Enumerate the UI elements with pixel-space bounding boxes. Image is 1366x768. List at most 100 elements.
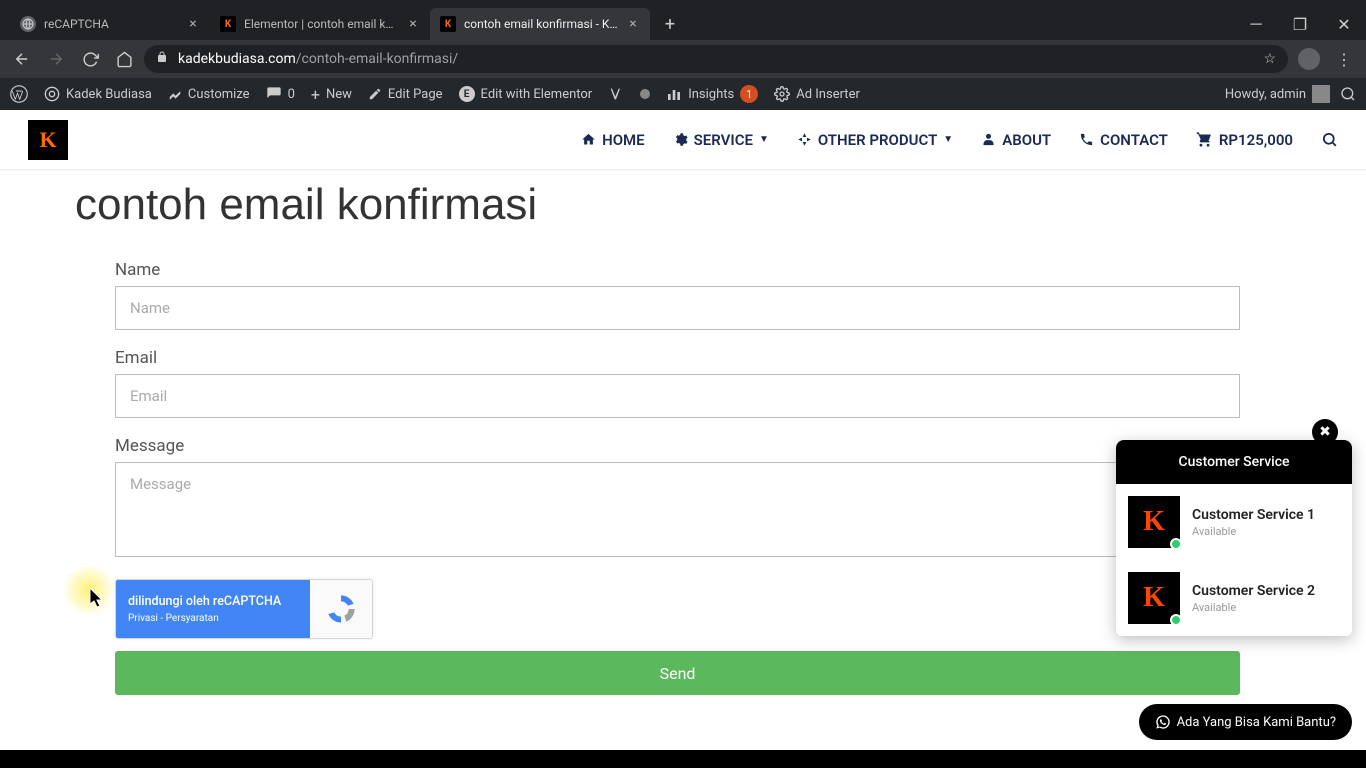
wp-avatar-icon (1312, 85, 1330, 103)
send-button[interactable]: Send (115, 651, 1240, 695)
url-text: kadekbudiasa.com/contoh-email-konfirmasi… (178, 51, 458, 67)
wp-edit-page[interactable]: Edit Page (368, 87, 443, 102)
tab-recaptcha[interactable]: reCAPTCHA × (10, 8, 210, 40)
close-window-button[interactable]: ✕ (1322, 8, 1366, 40)
tab-title: Elementor | contoh email konfirm (244, 17, 400, 31)
nav-service[interactable]: SERVICE ▼ (673, 131, 769, 149)
wp-comments-count: 0 (288, 87, 295, 102)
customer-service-panel: Customer Service K Customer Service 1 Av… (1116, 440, 1352, 636)
recaptcha-sep: - (158, 613, 166, 624)
message-label: Message (115, 436, 1240, 456)
help-bubble-text: Ada Yang Bisa Kami Bantu? (1177, 715, 1336, 730)
tab-elementor[interactable]: K Elementor | contoh email konfirm × (210, 8, 430, 40)
back-button[interactable] (8, 45, 36, 73)
nav-home-label: HOME (602, 131, 645, 149)
logo-letter: K (39, 127, 56, 153)
address-bar[interactable]: kadekbudiasa.com/contoh-email-konfirmasi… (144, 45, 1288, 73)
wp-howdy-text: Howdy, admin (1225, 87, 1306, 102)
name-input[interactable] (115, 286, 1240, 330)
cs-avatar: K (1128, 496, 1180, 548)
wp-status-dot[interactable] (640, 89, 650, 99)
letterbox (0, 750, 1366, 768)
nav-other-product-label: OTHER PRODUCT (818, 131, 937, 149)
globe-icon (20, 16, 36, 32)
forward-button[interactable] (42, 45, 70, 73)
online-dot-icon (1170, 614, 1182, 626)
nav-cart[interactable]: RP125,000 (1196, 131, 1293, 149)
tab-title: reCAPTCHA (44, 17, 180, 31)
reload-button[interactable] (76, 45, 104, 73)
minimize-button[interactable]: ─ (1234, 8, 1278, 40)
wp-comments[interactable]: 0 (266, 86, 295, 102)
recaptcha-badge: dilindungi oleh reCAPTCHA Privasi - Pers… (115, 579, 373, 639)
whatsapp-icon (1155, 714, 1171, 730)
nav-contact[interactable]: CONTACT (1079, 131, 1168, 149)
wp-yoast[interactable] (608, 86, 624, 102)
wp-site-name[interactable]: Kadek Budiasa (44, 86, 152, 102)
help-bubble[interactable]: Ada Yang Bisa Kami Bantu? (1139, 704, 1352, 740)
cs-agent-status: Available (1192, 601, 1315, 614)
tabs-row: reCAPTCHA × K Elementor | contoh email k… (0, 0, 1366, 40)
nav-about-label: ABOUT (1002, 131, 1051, 149)
tab-title: contoh email konfirmasi - Kadek (464, 17, 620, 31)
bookmark-star-icon[interactable]: ☆ (1263, 51, 1276, 67)
wp-admin-bar: Kadek Budiasa Customize 0 +New Edit Page… (0, 78, 1366, 110)
chevron-down-icon: ▼ (759, 134, 769, 145)
email-field-wrapper: Email (115, 348, 1240, 418)
wp-edit-elementor-text: Edit with Elementor (481, 87, 593, 102)
cs-agent-name: Customer Service 2 (1192, 583, 1315, 599)
recaptcha-text-panel: dilindungi oleh reCAPTCHA Privasi - Pers… (116, 580, 310, 638)
new-tab-button[interactable]: + (656, 10, 684, 38)
site-logo[interactable]: K (28, 120, 68, 160)
wp-ad-inserter-text: Ad Inserter (796, 87, 860, 102)
nav-search[interactable] (1321, 131, 1338, 148)
email-label: Email (115, 348, 1240, 368)
email-input[interactable] (115, 374, 1240, 418)
wp-new-text: New (326, 87, 352, 102)
close-icon[interactable]: × (626, 17, 640, 31)
recaptcha-terms-link[interactable]: Persyaratan (166, 613, 219, 624)
nav-about[interactable]: ABOUT (981, 131, 1051, 149)
wp-edit-page-text: Edit Page (388, 87, 443, 102)
cs-close-button[interactable]: ✖ (1312, 419, 1338, 445)
wp-insights[interactable]: Insights1 (666, 85, 758, 103)
message-field-wrapper: Message (115, 436, 1240, 561)
name-field-wrapper: Name (115, 260, 1240, 330)
site-favicon: K (440, 16, 456, 32)
site-header: K HOME SERVICE ▼ OTHER PRODUCT▼ ABOUT CON… (0, 110, 1366, 170)
wp-customize[interactable]: Customize (168, 87, 250, 102)
wp-ad-inserter[interactable]: Ad Inserter (774, 86, 860, 102)
wp-customize-text: Customize (188, 87, 250, 102)
wp-edit-elementor[interactable]: EEdit with Elementor (459, 86, 593, 102)
wp-insights-text: Insights (688, 87, 734, 102)
message-input[interactable] (115, 462, 1240, 557)
nav-home[interactable]: HOME (581, 131, 645, 149)
wp-search[interactable] (1340, 86, 1356, 102)
nav-cart-amount: RP125,000 (1219, 131, 1293, 149)
maximize-button[interactable]: ❐ (1278, 8, 1322, 40)
wp-site-name-text: Kadek Budiasa (66, 87, 152, 102)
main-nav: HOME SERVICE ▼ OTHER PRODUCT▼ ABOUT CONTA… (581, 131, 1338, 149)
browser-menu-button[interactable]: ⋮ (1330, 50, 1358, 69)
recaptcha-privacy-link[interactable]: Privasi (128, 613, 158, 624)
cs-agent-status: Available (1192, 525, 1315, 538)
nav-service-label: SERVICE (694, 131, 753, 149)
tab-current-page[interactable]: K contoh email konfirmasi - Kadek × (430, 8, 650, 40)
close-icon[interactable]: × (186, 17, 200, 31)
nav-other-product[interactable]: OTHER PRODUCT▼ (797, 131, 953, 149)
profile-avatar[interactable] (1298, 48, 1320, 70)
wp-new[interactable]: +New (311, 85, 352, 104)
page-title: contoh email konfirmasi (75, 180, 1291, 230)
nav-contact-label: CONTACT (1100, 131, 1168, 149)
wp-logo[interactable] (10, 85, 28, 103)
site-favicon: K (220, 16, 236, 32)
close-icon[interactable]: × (406, 17, 420, 31)
cs-agent-1[interactable]: K Customer Service 1 Available (1116, 484, 1352, 560)
recaptcha-logo-panel (310, 580, 372, 638)
contact-form: Name Email Message dilindungi oleh reCAP… (75, 260, 1240, 695)
cs-agent-2[interactable]: K Customer Service 2 Available (1116, 560, 1352, 636)
cs-avatar: K (1128, 572, 1180, 624)
wp-howdy[interactable]: Howdy, admin (1225, 85, 1330, 103)
recaptcha-icon (324, 592, 358, 626)
home-button[interactable] (110, 45, 138, 73)
